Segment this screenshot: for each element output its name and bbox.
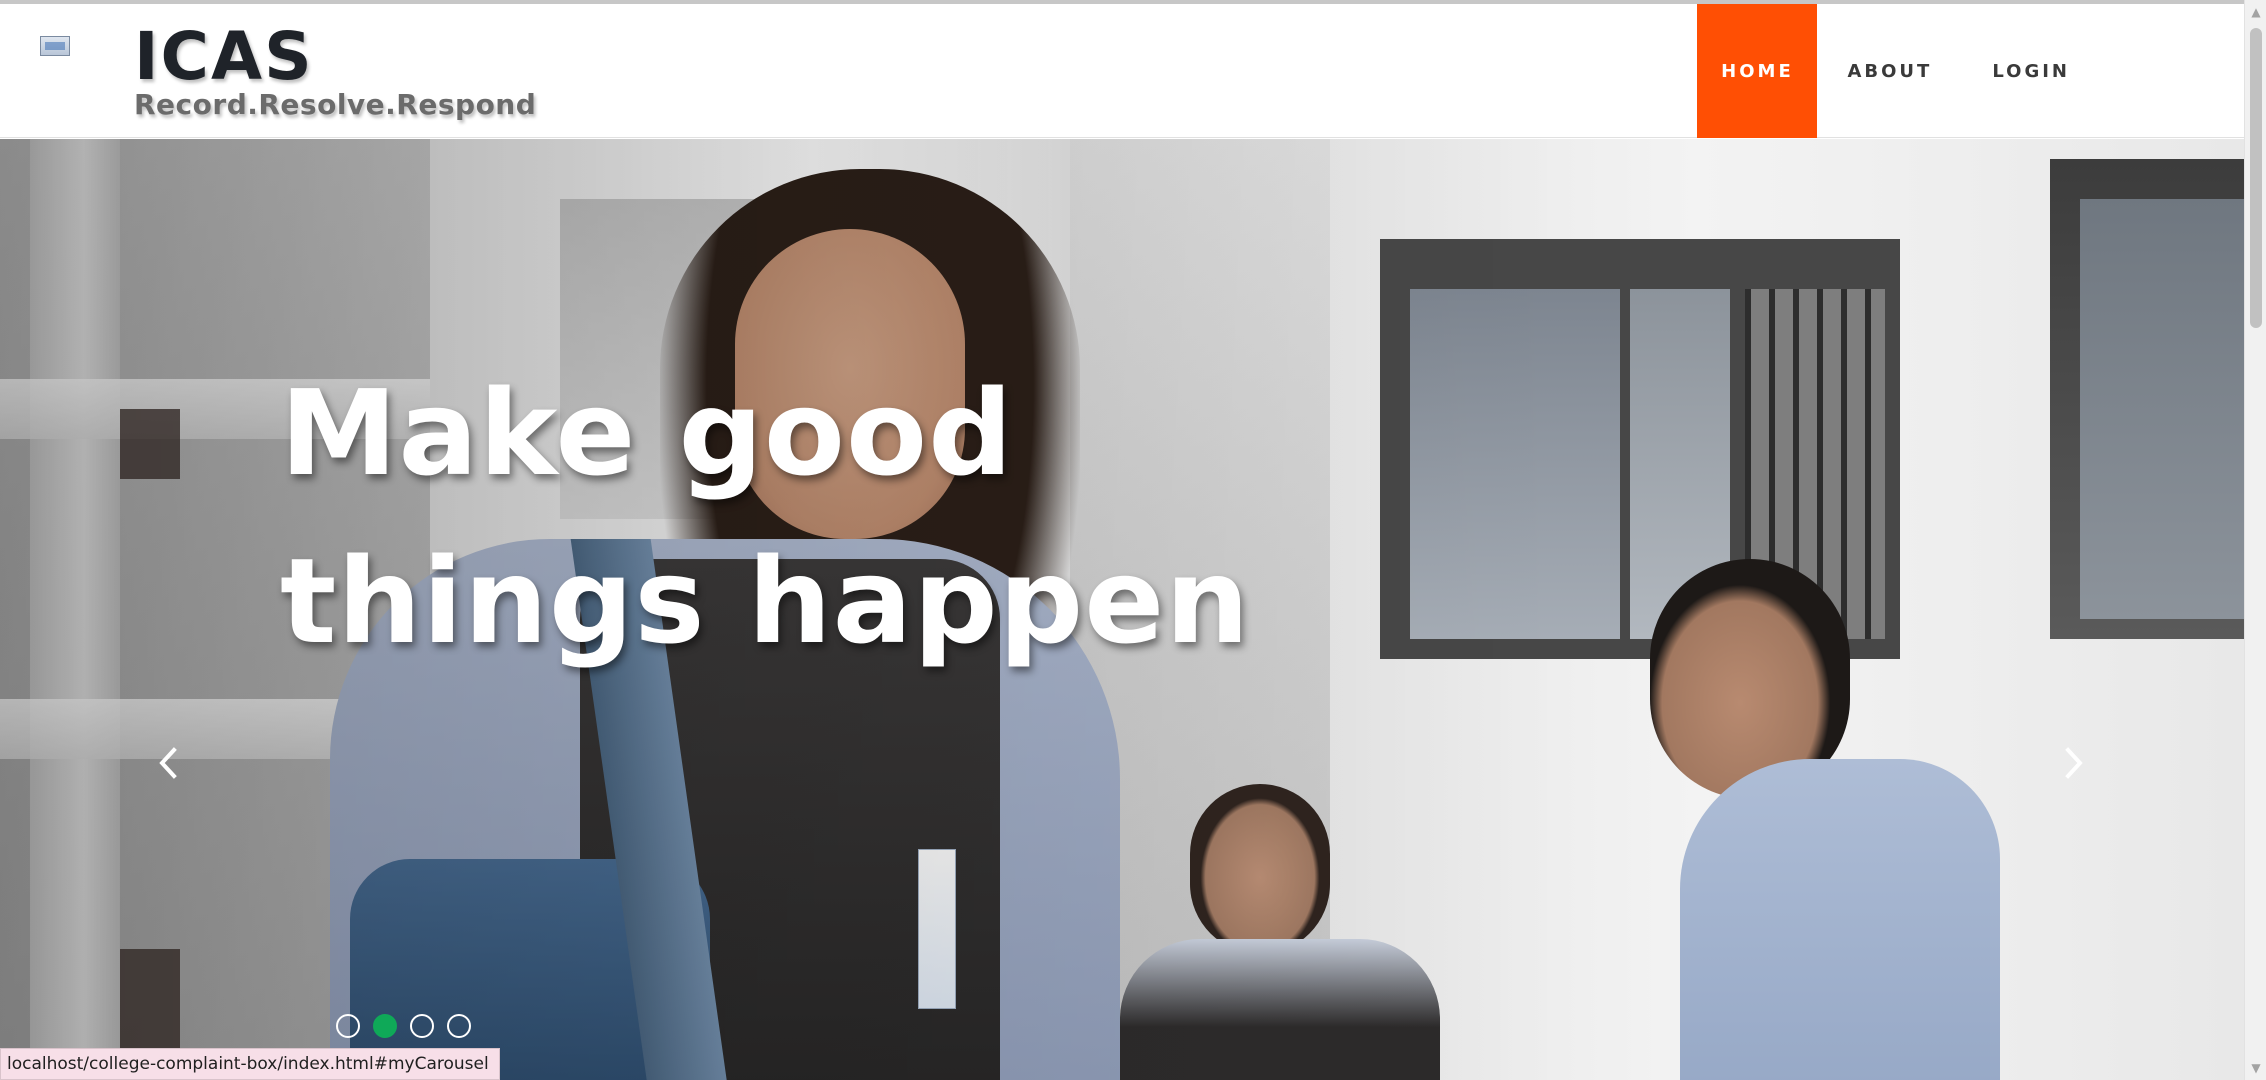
brand-title: ICAS — [134, 18, 314, 95]
carousel-indicators — [336, 1014, 471, 1038]
headline-line-2: things happen — [280, 532, 1251, 670]
status-bar-url: localhost/college-complaint-box/index.ht… — [0, 1048, 500, 1080]
carousel-prev-button[interactable] — [148, 743, 188, 783]
nav-login[interactable]: LOGIN — [1962, 4, 2100, 138]
broken-image-icon — [40, 36, 70, 56]
scroll-down-arrow-icon[interactable]: ▼ — [2245, 1058, 2266, 1078]
carousel-headline: Make good things happen — [280, 349, 1380, 685]
scrollbar-thumb[interactable] — [2250, 28, 2262, 328]
page: ICAS Record.Resolve.Respond HOME ABOUT L… — [0, 0, 2266, 1080]
brand[interactable]: ICAS Record.Resolve.Respond — [134, 24, 536, 120]
nav-about[interactable]: ABOUT — [1817, 4, 1962, 138]
brand-tagline: Record.Resolve.Respond — [134, 88, 537, 121]
nav-home[interactable]: HOME — [1697, 4, 1818, 138]
chevron-left-icon — [159, 747, 177, 779]
carousel-indicator-2[interactable] — [373, 1014, 397, 1038]
navbar: ICAS Record.Resolve.Respond HOME ABOUT L… — [0, 4, 2244, 138]
hero-carousel: Make good things happen — [0, 139, 2244, 1080]
chevron-right-icon — [2065, 747, 2083, 779]
headline-line-1: Make good — [280, 364, 1014, 502]
carousel-next-button[interactable] — [2054, 743, 2094, 783]
main-nav: HOME ABOUT LOGIN — [1697, 4, 2100, 138]
carousel-indicator-3[interactable] — [410, 1014, 434, 1038]
carousel-indicator-1[interactable] — [336, 1014, 360, 1038]
vertical-scrollbar[interactable]: ▲ ▼ — [2244, 0, 2266, 1080]
scroll-up-arrow-icon[interactable]: ▲ — [2245, 2, 2266, 22]
carousel-indicator-4[interactable] — [447, 1014, 471, 1038]
